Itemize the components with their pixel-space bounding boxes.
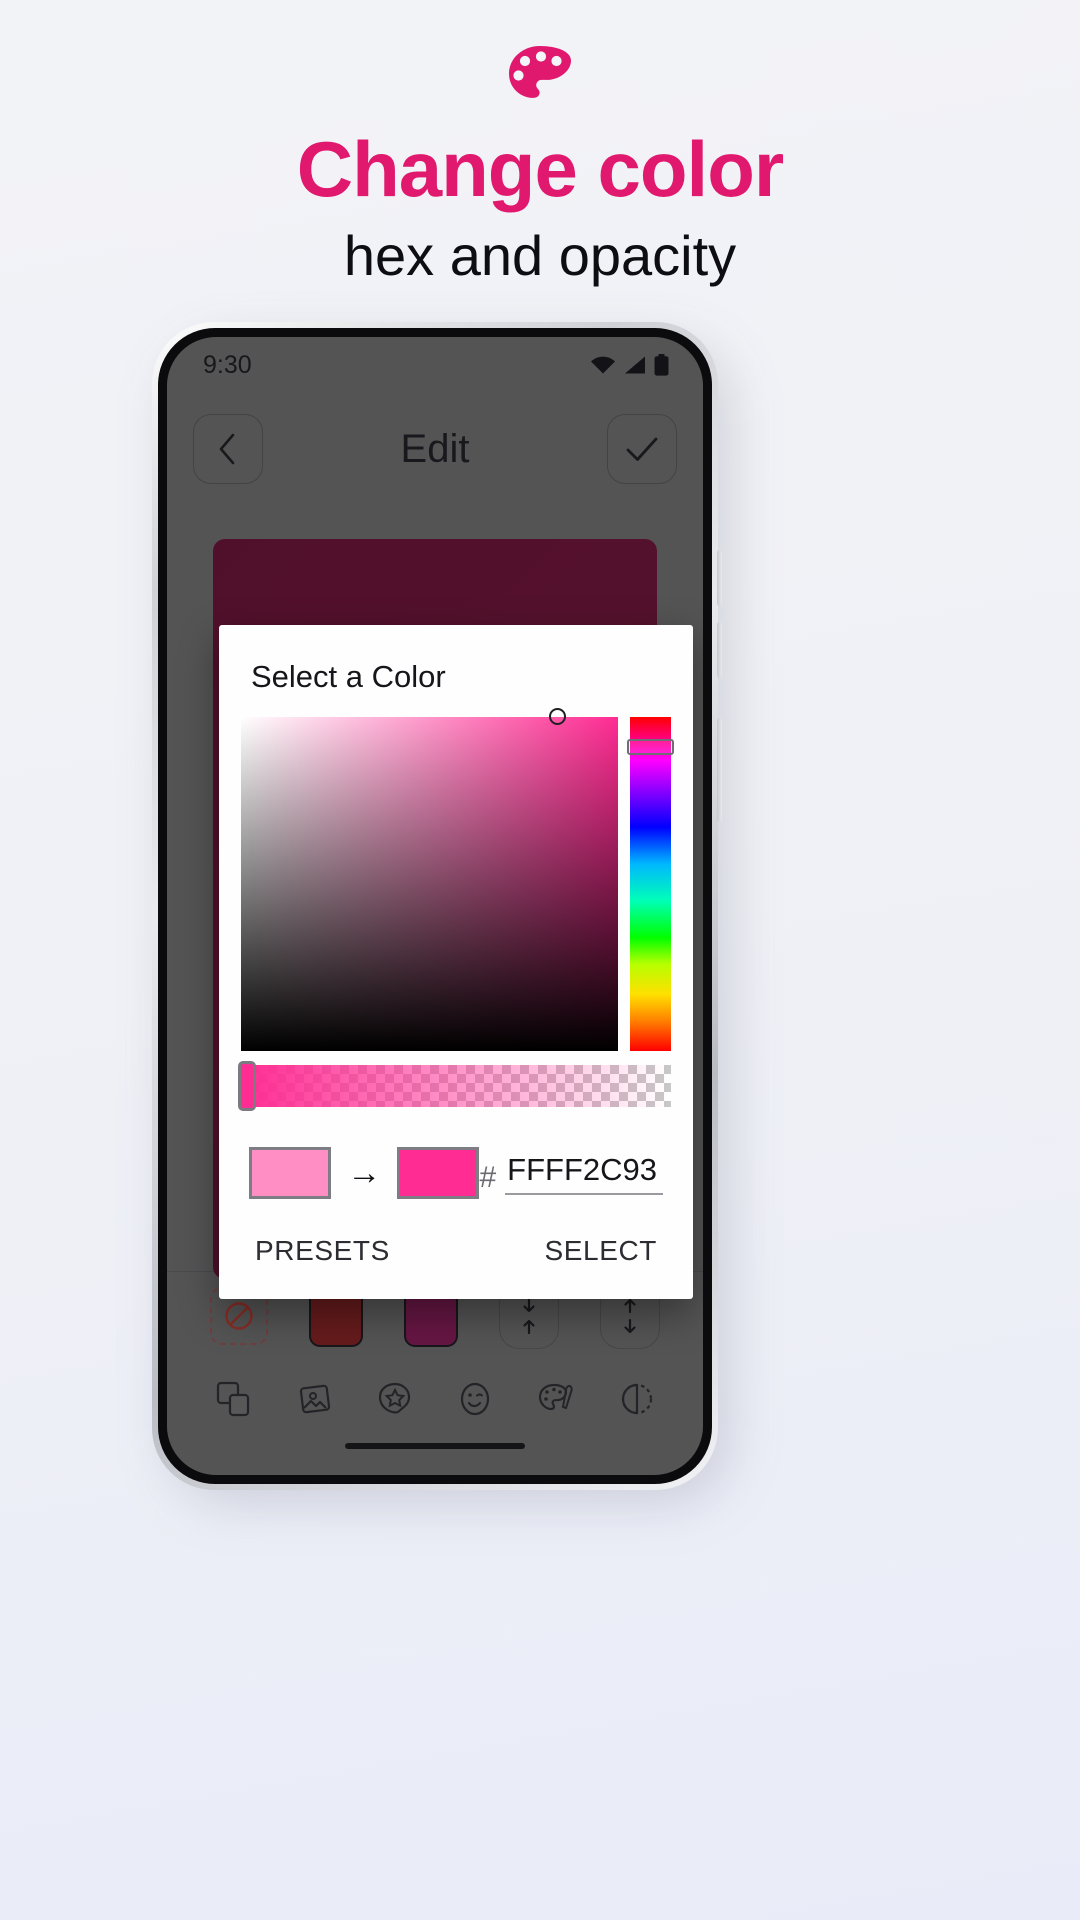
alpha-thumb[interactable] — [238, 1061, 256, 1111]
old-color-swatch — [249, 1147, 332, 1199]
color-picker-dialog: Select a Color → # FFFF2C93 PRESETS SELE… — [219, 625, 693, 1299]
saturation-value-box[interactable] — [241, 708, 618, 1051]
promo-subtitle: hex and opacity — [343, 224, 737, 287]
phone-bezel: 9:30 Edit Select a Color → # FFFF2C93 PR… — [158, 328, 712, 1484]
dialog-actions: PRESETS SELECT — [219, 1229, 693, 1299]
hex-input[interactable]: FFFF2C93 — [505, 1152, 663, 1195]
volume-up-button[interactable] — [717, 550, 722, 606]
arrow-icon: → — [347, 1154, 382, 1192]
phone-frame: 9:30 Edit Select a Color → # FFFF2C93 PR… — [152, 322, 722, 1490]
hue-thumb[interactable] — [626, 739, 674, 755]
palette-icon — [509, 46, 571, 98]
hex-prefix: # — [479, 1160, 497, 1194]
promo-title: Change color — [296, 125, 784, 213]
presets-button[interactable]: PRESETS — [255, 1235, 390, 1267]
promo-header: Change color hex and opacity — [0, 0, 1080, 320]
new-color-swatch — [397, 1147, 480, 1199]
alpha-gradient — [241, 1065, 671, 1107]
color-compare-row: → # FFFF2C93 — [219, 1107, 693, 1229]
power-button[interactable] — [717, 718, 722, 822]
phone-mockup: 9:30 Edit Select a Color → # FFFF2C93 PR… — [152, 322, 732, 1504]
hue-slider[interactable] — [626, 717, 674, 1051]
select-button[interactable]: SELECT — [544, 1235, 657, 1267]
alpha-slider[interactable] — [238, 1061, 671, 1111]
volume-down-button[interactable] — [717, 622, 722, 678]
sv-thumb[interactable] — [549, 708, 566, 725]
dialog-title: Select a Color — [251, 659, 446, 694]
picker-row — [219, 708, 693, 1051]
phone-screen: 9:30 Edit Select a Color → # FFFF2C93 PR… — [167, 337, 703, 1475]
hex-field[interactable]: # FFFF2C93 — [479, 1152, 663, 1195]
